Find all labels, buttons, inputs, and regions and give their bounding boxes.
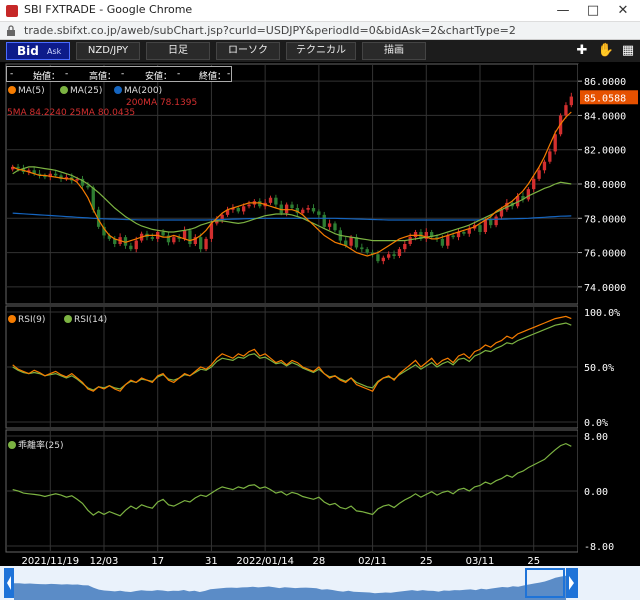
candle-body-74 [408,237,412,244]
ohlc-box: - 始値： - 高値： - 安値： - 終値： - [6,66,232,82]
legend-ma5-label: MA(5) [18,86,45,96]
candle-body-36 [204,238,208,250]
low-label: 安値： [145,72,173,82]
candle-body-14 [86,185,90,188]
legend-ma5: MA(5) [8,86,45,96]
candle-body-58 [322,214,326,227]
legend-ma5-dot [8,86,16,94]
candle-body-104 [569,96,573,106]
legend-ma25: MA(25) [60,86,102,96]
candle-body-99 [542,161,547,171]
candle-body-96 [526,189,531,200]
current-price-label: 85.0588 [584,93,626,104]
candle-body-98 [537,170,541,179]
open-value: - [65,69,69,79]
candle-body-56 [311,208,316,212]
legend-deviation-label: 乖離率(25) [18,441,64,451]
rsi-tick-label-1: 50.0% [584,363,614,374]
navigator-svg [0,566,640,600]
legend-ma25-label: MA(25) [70,86,103,96]
rsi-tick-label-0: 100.0% [584,308,620,319]
candle-body-52 [290,204,294,208]
candle-body-42 [236,208,240,212]
candle-body-88 [483,220,488,232]
candle-body-28 [161,232,165,236]
legend-rsi14-dot [64,315,72,323]
price-tick-label-6: 74.0000 [584,283,626,294]
legend-deviation: 乖離率(25) [8,438,63,451]
legend-rsi9-label: RSI(9) [18,315,46,325]
price-tick-label-0: 86.0000 [584,77,626,88]
rsi-tick-label-2: 0.0% [584,418,608,429]
candle-body-32 [182,230,187,239]
ohlc-sep: - [10,69,14,79]
candle-body-82 [451,235,455,238]
price-tick-label-5: 76.0000 [584,249,626,260]
candle-body-33 [188,230,192,244]
candle-body-49 [274,197,278,205]
candle-body-51 [284,204,289,214]
low-value: - [177,69,181,79]
candle-body-90 [494,216,498,226]
candle-body-70 [387,254,391,258]
price-tick-label-3: 80.0000 [584,180,626,191]
candle-body-26 [150,237,155,239]
candle-body-81 [446,235,450,246]
candle-body-100 [548,151,552,162]
candle-body-48 [268,197,273,203]
legend-deviation-dot [8,441,16,449]
candle-body-43 [241,206,246,212]
candle-body-73 [403,244,407,250]
candle-body-97 [532,178,536,190]
candle-body-57 [317,211,321,215]
legend-rsi9: RSI(9) [8,315,45,325]
candle-body-54 [301,209,305,214]
candle-body-89 [489,220,493,226]
candle-body-8 [53,173,58,176]
high-label: 高値： [89,72,117,82]
ma-values-short: 5MA 84.2240 25MA 80.0435 [7,108,136,118]
high-value: - [121,69,125,79]
candle-body-44 [247,204,251,207]
candle-body-87 [478,225,482,232]
open-label: 始値： [33,72,61,82]
candle-body-84 [462,232,466,234]
price-tick-label-1: 84.0000 [584,111,626,122]
candle-body-71 [392,254,396,256]
candle-body-63 [349,237,353,246]
candle-body-30 [172,237,176,243]
price-tick-label-4: 78.0000 [584,214,626,225]
close-value: - [227,69,231,79]
candle-body-55 [306,208,310,210]
legend-rsi14-label: RSI(14) [74,315,108,325]
candle-body-59 [327,223,332,227]
candle-body-101 [553,134,557,152]
dev-tick-label-2: -8.00 [584,542,614,553]
legend-rsi9-dot [8,315,16,323]
candle-body-23 [134,240,138,250]
range-navigator[interactable] [0,566,640,600]
dev-tick-label-0: 8.00 [584,432,608,443]
legend-ma200: MA(200) [114,86,162,96]
legend-ma200-label: MA(200) [124,86,163,96]
candle-body-80 [440,238,445,246]
candle-body-72 [397,249,402,256]
legend-ma25-dot [60,86,68,94]
candle-body-65 [360,247,364,250]
candle-body-22 [129,245,133,250]
price-tick-label-2: 82.0000 [584,146,626,157]
dev-tick-label-1: 0.00 [584,487,608,498]
candle-body-60 [333,223,337,231]
ma-values-long: 200MA 78.1395 [126,98,198,108]
candle-body-68 [376,254,380,262]
candle-body-103 [564,105,568,116]
candle-body-66 [365,249,369,253]
candle-body-35 [199,237,203,250]
candle-body-75 [413,232,418,238]
legend-rsi14: RSI(14) [64,315,107,325]
close-label: 終値： [199,72,227,82]
legend-ma200-dot [114,86,122,94]
candle-body-69 [381,257,385,262]
